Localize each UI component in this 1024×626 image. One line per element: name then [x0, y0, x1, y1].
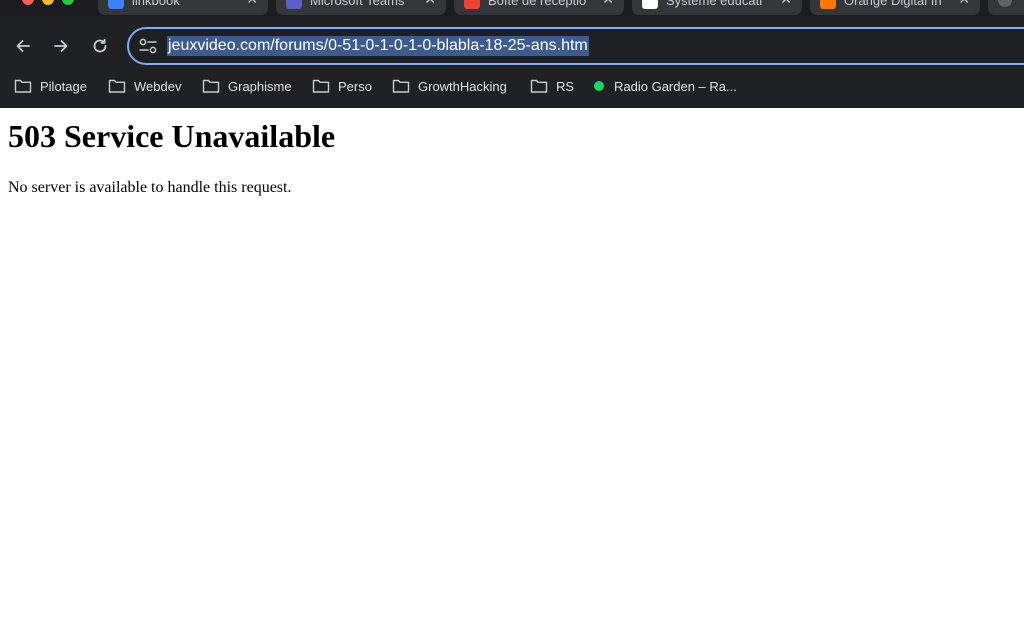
- bookmark-graphisme[interactable]: Graphisme: [202, 76, 292, 96]
- folder-icon: [312, 79, 330, 93]
- bookmark-label: Perso: [338, 78, 372, 94]
- tab-overflow[interactable]: [988, 0, 1024, 15]
- tab-close-icon[interactable]: ✕: [424, 0, 436, 7]
- tab-wikipedia[interactable]: Système éducati ✕: [632, 0, 802, 15]
- folder-icon: [14, 79, 32, 93]
- folder-icon: [392, 79, 410, 93]
- tab-strip: linkbook ✕ Microsoft Teams ✕ Boîte de ré…: [0, 0, 1024, 16]
- bookmark-growthhacking[interactable]: GrowthHacking: [392, 76, 507, 96]
- bookmark-label: Radio Garden – Ra...: [614, 78, 737, 94]
- zoom-window-button[interactable]: [62, 0, 74, 5]
- forward-button[interactable]: [48, 33, 74, 59]
- forward-arrow-icon: [54, 40, 68, 52]
- bookmarks-bar: Pilotage Webdev Graphisme Perso GrowthHa…: [0, 72, 1024, 100]
- reload-button[interactable]: [87, 33, 113, 59]
- tab-orange-digital[interactable]: Orange Digital In ✕: [810, 0, 980, 15]
- minimize-window-button[interactable]: [42, 0, 54, 5]
- folder-icon: [530, 79, 548, 93]
- bookmark-label: GrowthHacking: [418, 78, 507, 94]
- radio-dot-icon: [594, 81, 604, 91]
- tab-title: Orange Digital In: [844, 0, 942, 8]
- bookmark-label: Graphisme: [228, 78, 292, 94]
- back-button[interactable]: [10, 33, 36, 59]
- bookmark-label: Pilotage: [40, 78, 87, 94]
- tab-gmail[interactable]: Boîte de réceptio ✕: [454, 0, 624, 15]
- bookmark-pilotage[interactable]: Pilotage: [14, 76, 87, 96]
- address-bar[interactable]: jeuxvideo.com/forums/0-51-0-1-0-1-0-blab…: [127, 27, 1024, 65]
- bookmark-label: Webdev: [134, 78, 182, 94]
- folder-icon: [202, 79, 220, 93]
- tab-title: Système éducati: [666, 0, 763, 8]
- toolbar: jeuxvideo.com/forums/0-51-0-1-0-1-0-blab…: [0, 24, 1024, 68]
- site-info-tune-icon[interactable]: [137, 36, 159, 56]
- tab-favicon-icon: [998, 0, 1012, 7]
- bookmark-label: RS: [556, 78, 575, 94]
- error-heading: 503 Service Unavailable: [8, 118, 336, 154]
- tab-title: linkbook: [132, 0, 180, 8]
- bookmark-perso[interactable]: Perso: [312, 76, 372, 96]
- folder-icon: [108, 79, 126, 93]
- error-message: No server is available to handle this re…: [8, 179, 292, 196]
- gmail-favicon-icon: [464, 0, 480, 9]
- reload-icon: [93, 38, 107, 53]
- url-text[interactable]: jeuxvideo.com/forums/0-51-0-1-0-1-0-blab…: [167, 36, 589, 56]
- teams-favicon-icon: [286, 0, 302, 9]
- tab-close-icon[interactable]: ✕: [958, 0, 970, 7]
- close-window-button[interactable]: [22, 0, 34, 5]
- bookmark-webdev[interactable]: Webdev: [108, 76, 181, 96]
- linkbook-favicon-icon: [108, 0, 124, 9]
- tab-title: Boîte de réceptio: [488, 0, 587, 8]
- tab-linkbook[interactable]: linkbook ✕: [98, 0, 268, 15]
- orange-favicon-icon: [820, 0, 836, 9]
- tab-close-icon[interactable]: ✕: [246, 0, 258, 7]
- wikipedia-favicon-icon: [642, 0, 658, 9]
- tab-title: Microsoft Teams: [310, 0, 405, 8]
- back-arrow-icon: [16, 40, 30, 52]
- bookmark-rs[interactable]: RS: [530, 76, 574, 96]
- tab-close-icon[interactable]: ✕: [602, 0, 614, 7]
- tab-close-icon[interactable]: ✕: [780, 0, 792, 7]
- bookmark-radio-garden[interactable]: Radio Garden – Ra...: [590, 76, 737, 96]
- browser-chrome: linkbook ✕ Microsoft Teams ✕ Boîte de ré…: [0, 0, 1024, 108]
- tab-microsoft-teams[interactable]: Microsoft Teams ✕: [276, 0, 446, 15]
- page-content: 503 Service Unavailable No server is ava…: [0, 108, 1024, 626]
